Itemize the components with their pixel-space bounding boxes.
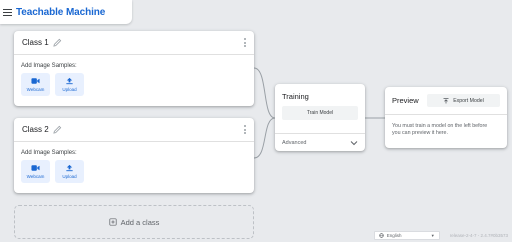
class-name[interactable]: Class 1: [22, 38, 49, 47]
language-select[interactable]: English ▼: [373, 231, 440, 240]
add-samples-label: Add Image Samples:: [21, 63, 77, 69]
train-model-button[interactable]: Train Model: [282, 106, 358, 120]
upload-label: Upload: [62, 174, 77, 179]
advanced-label: Advanced: [282, 139, 307, 146]
chevron-down-icon: [350, 140, 358, 145]
preview-title: Preview: [392, 96, 419, 105]
more-options-icon[interactable]: [243, 125, 246, 134]
class-card-2: Class 2 Add Image Samples: Webcam Upload: [14, 118, 254, 193]
edit-pencil-icon[interactable]: [53, 38, 62, 47]
advanced-toggle[interactable]: Advanced: [275, 133, 365, 151]
training-card: Training Train Model Advanced: [275, 84, 365, 151]
upload-icon: [66, 164, 73, 172]
edit-pencil-icon[interactable]: [53, 125, 62, 134]
add-samples-label: Add Image Samples:: [21, 150, 77, 156]
more-options-icon[interactable]: [243, 38, 246, 47]
footer: English ▼ release-2-4-7 - 2.4.7#0b3573: [373, 231, 512, 240]
class-name[interactable]: Class 2: [22, 125, 49, 134]
webcam-button[interactable]: Webcam: [21, 73, 50, 96]
app-header: Teachable Machine: [0, 0, 132, 24]
hamburger-icon[interactable]: [3, 8, 12, 16]
globe-icon: [378, 233, 384, 238]
version-text: release-2-4-7 - 2.4.7#0b3573: [449, 233, 508, 238]
export-model-label: Export Model: [453, 97, 484, 104]
upload-icon: [66, 77, 73, 85]
preview-message: You must train a model on the left befor…: [392, 123, 488, 136]
export-icon: [443, 97, 449, 103]
webcam-button[interactable]: Webcam: [21, 160, 50, 183]
webcam-label: Webcam: [26, 174, 45, 179]
add-class-button[interactable]: Add a class: [14, 205, 254, 239]
upload-button[interactable]: Upload: [55, 73, 84, 96]
preview-card: Preview Export Model You must train a mo…: [385, 87, 507, 148]
add-box-icon: [109, 218, 117, 226]
language-label: English: [386, 233, 402, 238]
class-card-header: Class 2: [14, 118, 254, 142]
webcam-label: Webcam: [26, 87, 45, 92]
export-model-button[interactable]: Export Model: [427, 94, 500, 107]
class-card-1: Class 1 Add Image Samples: Webcam Upload: [14, 31, 254, 106]
app-title[interactable]: Teachable Machine: [16, 7, 105, 18]
caret-down-icon: ▼: [430, 233, 435, 238]
add-class-label: Add a class: [120, 217, 160, 227]
upload-button[interactable]: Upload: [55, 160, 84, 183]
webcam-icon: [31, 78, 40, 84]
webcam-icon: [31, 165, 40, 171]
training-title: Training: [282, 92, 309, 101]
upload-label: Upload: [62, 87, 77, 92]
class-card-header: Class 1: [14, 31, 254, 55]
